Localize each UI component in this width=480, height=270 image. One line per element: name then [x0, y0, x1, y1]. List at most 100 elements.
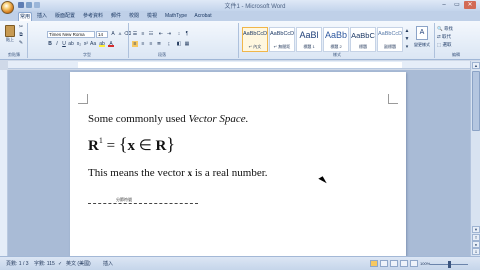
sort-icon[interactable]: ↕: [176, 31, 182, 37]
browse-object-icon[interactable]: ●: [472, 241, 480, 248]
body-paragraph[interactable]: Some commonly used Vector Space.: [88, 113, 248, 125]
office-button[interactable]: [1, 1, 14, 14]
styles-more-icon[interactable]: ▾: [404, 44, 410, 50]
group-separator: [128, 23, 129, 58]
section-break-label: 分節符號: [105, 197, 143, 203]
web-layout-view-button[interactable]: [390, 260, 398, 267]
ribbon: 貼上 ✂ ⧉ ✎ 剪貼簿 Times New Roma 14 A A ⌫ B I…: [0, 21, 480, 60]
insert-mode-indicator[interactable]: 插入: [103, 260, 113, 268]
format-painter-icon[interactable]: ✎: [18, 40, 24, 46]
borders-icon[interactable]: ▦: [184, 41, 190, 47]
select-button[interactable]: ⬚ 選取: [437, 41, 477, 48]
tab-mailings[interactable]: 郵件: [110, 12, 122, 21]
style-title[interactable]: AaBbC 標題: [350, 27, 376, 52]
redo-icon[interactable]: [34, 2, 40, 8]
clear-format-icon[interactable]: ⌫: [124, 31, 131, 37]
scroll-down-icon[interactable]: ▼: [472, 226, 480, 233]
next-page-icon[interactable]: ⇓: [472, 248, 480, 255]
align-left-icon[interactable]: ≡: [132, 41, 138, 47]
find-button[interactable]: 🔍 尋找: [437, 25, 477, 32]
close-button[interactable]: ✕: [464, 1, 476, 9]
find-icon: 🔍: [437, 26, 443, 31]
style-heading-1[interactable]: AaBl 標題 1: [296, 27, 322, 52]
tab-acrobat[interactable]: Acrobat: [192, 12, 214, 21]
font-color-icon[interactable]: A: [108, 41, 114, 47]
draft-view-button[interactable]: [410, 260, 418, 267]
italic-button[interactable]: I: [54, 41, 60, 47]
replace-button[interactable]: ⇄ 取代: [437, 33, 477, 40]
show-marks-icon[interactable]: ¶: [184, 31, 190, 37]
grow-font-icon[interactable]: A: [110, 31, 116, 37]
superscript-button[interactable]: x²: [83, 41, 89, 47]
select-icon: ⬚: [437, 42, 442, 47]
align-center-icon[interactable]: ≡: [140, 41, 146, 47]
language-indicator[interactable]: 英文 (美國): [66, 260, 91, 268]
print-layout-view-button[interactable]: [370, 260, 378, 267]
numbering-icon[interactable]: ≡: [140, 31, 146, 37]
paste-button[interactable]: 貼上: [4, 25, 16, 43]
math-equation[interactable]: R1 = {x ∈ R}: [88, 134, 175, 155]
shading-icon[interactable]: ◧: [176, 41, 182, 47]
copy-icon[interactable]: ⧉: [18, 32, 24, 38]
bullets-icon[interactable]: ☰: [132, 31, 138, 37]
minimize-button[interactable]: –: [438, 1, 450, 9]
tab-insert[interactable]: 插入: [36, 12, 48, 21]
editing-group-label: 編輯: [452, 52, 460, 57]
proofing-icon[interactable]: ✓: [58, 260, 62, 268]
status-bar: 頁數: 1 / 3 字數: 115 ✓ 英文 (美國) 插入 100%: [0, 256, 480, 270]
zoom-slider-thumb[interactable]: [448, 261, 451, 268]
margin-corner-mark: [388, 94, 398, 104]
style-heading-2[interactable]: AaBb 標題 2: [323, 27, 349, 52]
subscript-button[interactable]: x₂: [76, 41, 82, 47]
strikethrough-button[interactable]: ab: [68, 41, 74, 47]
change-case-icon[interactable]: Aa: [90, 41, 96, 47]
cut-icon[interactable]: ✂: [18, 24, 24, 30]
tab-mathtype[interactable]: MathType: [163, 12, 189, 21]
style-subtitle[interactable]: AaBbCcD 副標題: [377, 27, 403, 52]
vertical-scrollbar[interactable]: ▲ ▼ ⇑ ● ⇓: [470, 61, 480, 256]
tab-view[interactable]: 檢視: [146, 12, 158, 21]
scroll-up-icon[interactable]: ▲: [472, 62, 480, 69]
window-title: 文件1 - Microsoft Word: [224, 4, 286, 10]
body-paragraph[interactable]: This means the vector x is a real number…: [88, 167, 268, 179]
tab-references[interactable]: 參考資料: [82, 12, 104, 21]
styles-scroll-up-icon[interactable]: ▲: [404, 28, 410, 34]
scroll-thumb[interactable]: [472, 71, 480, 131]
font-size-combo[interactable]: 14: [96, 31, 108, 38]
style-no-spacing[interactable]: AaBbCcD ↵ 無間距: [269, 27, 295, 52]
italic-text: Vector Space.: [188, 113, 249, 125]
tab-page-layout[interactable]: 版面配置: [54, 12, 76, 21]
vertical-ruler[interactable]: [0, 70, 8, 256]
line-spacing-icon[interactable]: ↨: [166, 41, 172, 47]
increase-indent-icon[interactable]: ⇥: [166, 31, 172, 37]
page-count[interactable]: 頁數: 1 / 3: [6, 260, 29, 268]
outline-view-button[interactable]: [400, 260, 408, 267]
highlight-color-icon[interactable]: ab: [99, 41, 105, 47]
restore-button[interactable]: ▭: [451, 1, 463, 9]
multilevel-list-icon[interactable]: ☷: [148, 31, 154, 37]
undo-icon[interactable]: [26, 2, 32, 8]
font-name-combo[interactable]: Times New Roma: [47, 31, 95, 38]
word-count[interactable]: 字數: 115: [34, 260, 55, 268]
bold-button[interactable]: B: [47, 41, 53, 47]
decrease-indent-icon[interactable]: ⇤: [158, 31, 164, 37]
full-screen-view-button[interactable]: [380, 260, 388, 267]
zoom-level[interactable]: 100%: [420, 260, 430, 268]
justify-icon[interactable]: ≣: [156, 41, 162, 47]
align-right-icon[interactable]: ≡: [148, 41, 154, 47]
save-icon[interactable]: [18, 2, 24, 8]
styles-scroll-down-icon[interactable]: ▼: [404, 36, 410, 42]
shrink-font-icon[interactable]: A: [117, 31, 123, 37]
change-styles-label: 變更樣式: [414, 42, 430, 47]
style-normal[interactable]: AaBbCcD ↵ 內文: [242, 27, 268, 52]
word-window: 文件1 - Microsoft Word – ▭ ✕ 常用 插入 版面配置 參考…: [0, 0, 480, 270]
tab-home[interactable]: 常用: [18, 12, 32, 21]
tab-review[interactable]: 校閱: [128, 12, 140, 21]
document-page[interactable]: Some commonly used Vector Space. R1 = {x…: [70, 72, 406, 256]
change-styles-button[interactable]: A 變更樣式: [412, 25, 432, 51]
title-bar: 文件1 - Microsoft Word – ▭ ✕: [0, 0, 480, 14]
replace-icon: ⇄: [437, 34, 441, 39]
styles-group-label: 樣式: [333, 52, 341, 57]
underline-button[interactable]: U: [61, 41, 67, 47]
previous-page-icon[interactable]: ⇑: [472, 234, 480, 241]
